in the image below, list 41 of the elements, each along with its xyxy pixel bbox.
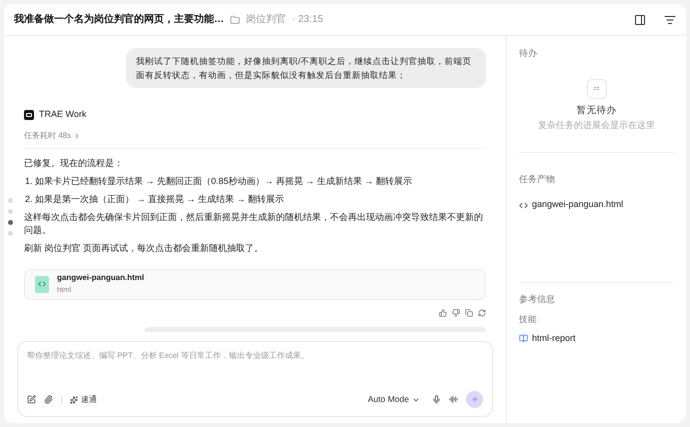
task-duration[interactable]: 任务耗时 48s [24,130,72,142]
refresh-icon[interactable] [478,308,486,316]
list-item: 2. 如果是第一次抽（正面） → 直接摇晃 → 生成结果 → 翻转展示 [24,192,286,206]
app-logo-icon [24,110,34,120]
message-input[interactable]: 帮你整理论文综述、编写 PPT、分析 Excel 等日常工作，输出专业级工作成果。 [27,350,483,362]
file-name: gangwei-panguan.html [57,272,144,284]
section-title: 任务产物 [519,174,555,184]
timestamp: · 23:15 [292,13,324,27]
empty-title: 暂无待办 [576,104,616,118]
edit-icon[interactable] [27,395,36,404]
paragraph: 这样每次点击都会先确保卡片回到正面，然后重新摇晃并生成新的随机结果，不会再出现动画冲突导致结果不更新的问题。 [24,210,484,236]
dots-icon [586,78,606,98]
list-icon[interactable] [664,14,676,26]
arrow-up-icon [470,396,478,404]
section-title: 参考信息 [519,292,556,306]
code-file-icon [35,276,49,292]
panel-icon[interactable] [634,14,646,26]
skill-button[interactable]: 速通 [70,394,97,406]
folder-icon [230,14,240,24]
chat-title: 我准备做一个名为岗位判官的网页，主要功能… [14,12,224,27]
voice-icon[interactable] [449,395,458,404]
book-icon [519,334,528,344]
assistant-name: TRAE Work [39,108,86,121]
code-icon [519,200,528,210]
paragraph: 刷新 岗位判官 页面再试试，每次点击都会重新随机抽取了。 [24,242,264,254]
paperclip-icon[interactable] [44,395,53,404]
paragraph: 已修复。现在的流程是： [24,156,124,170]
thumbs-down-icon[interactable] [452,308,460,316]
skills-label: 技能 [519,313,538,326]
microphone-icon[interactable] [432,395,441,404]
sparkle-icon [70,396,78,404]
thumbs-up-icon[interactable] [439,308,447,316]
project-name: 岗位判官 [246,12,286,27]
mode-dropdown[interactable]: Auto Mode [368,393,420,406]
user-message: 我刚试了下随机抽签功能，好像抽到离职/不离职之后，继续点击让判官抽取，前端页面有反转状态，有动画，但是实际貌似没有触发后台重新抽取结果； [126,48,486,88]
output-file[interactable]: gangwei-panguan.html [532,198,624,212]
empty-subtitle: 复杂任务的进展会显示在这里 [538,118,655,132]
copy-icon[interactable] [465,308,473,316]
list-item: 1. 如果卡片已经翻转显示结果 → 先翻回正面（0.85秒动画）→ 再摇晃 → 生成新结果 → 翻转展示 [24,174,414,188]
skill-link[interactable]: html-report [532,332,576,346]
section-title: 待办 [519,47,538,60]
